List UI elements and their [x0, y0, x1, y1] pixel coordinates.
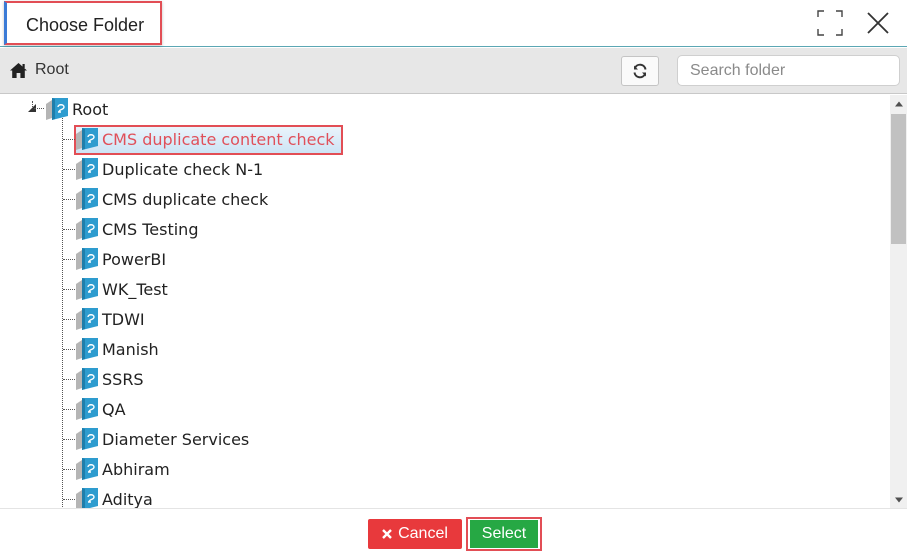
folder-icon [76, 428, 98, 450]
tree-node-label: Abhiram [102, 459, 170, 479]
tree-node-label: Diameter Services [102, 429, 250, 449]
tree-node-label: Duplicate check N-1 [102, 159, 264, 179]
folder-icon [76, 368, 98, 390]
folder-tree: Root CMS duplicate content check Duplicat… [0, 95, 907, 508]
dialog-title: Choose Folder [26, 15, 145, 35]
scroll-down-icon [894, 497, 903, 502]
folder-icon [76, 458, 98, 480]
tree-node-label: WK_Test [102, 279, 168, 299]
folder-icon [76, 158, 98, 180]
vertical-scrollbar[interactable] [890, 95, 907, 508]
folder-icon [76, 128, 98, 150]
tree-node-label: Root [72, 99, 109, 119]
folder-icon [76, 218, 98, 240]
cancel-button[interactable]: Cancel [368, 519, 462, 549]
tree-node-label: TDWI [102, 309, 145, 329]
scroll-up-icon [894, 101, 903, 106]
select-button[interactable]: Select [470, 520, 538, 548]
tree-node-label: QA [102, 399, 126, 419]
folder-icon [76, 308, 98, 330]
dialog-header: Choose Folder [0, 0, 907, 47]
folder-icon [76, 278, 98, 300]
scroll-down-button[interactable] [890, 491, 907, 508]
tree-node-folder[interactable]: QA [74, 396, 126, 422]
tree-node-root[interactable]: Root [44, 96, 108, 122]
tree-node-folder[interactable]: SSRS [74, 366, 144, 392]
folder-icon [76, 488, 98, 508]
folder-icon [76, 188, 98, 210]
tree-node-label: CMS duplicate check [102, 189, 269, 209]
tree-node-folder[interactable]: WK_Test [74, 276, 168, 302]
tree-node-label: CMS duplicate content check [102, 129, 335, 149]
tree-node-label: PowerBI [102, 249, 167, 269]
dialog-footer: Cancel Select [0, 508, 907, 558]
folder-icon [46, 98, 68, 120]
tree-node-folder[interactable]: CMS Testing [74, 216, 198, 242]
scroll-up-button[interactable] [890, 95, 907, 112]
tree-node-folder[interactable]: CMS duplicate check [74, 186, 268, 212]
maximize-icon [817, 10, 843, 36]
close-icon [867, 12, 889, 34]
refresh-button[interactable] [621, 56, 659, 86]
refresh-icon [633, 63, 647, 79]
tree-connector [34, 108, 44, 109]
times-icon [382, 529, 392, 539]
tree-node-folder[interactable]: TDWI [74, 306, 145, 332]
dialog-title-box: Choose Folder [4, 1, 162, 45]
tree-node-label: CMS Testing [102, 219, 199, 239]
breadcrumb-root[interactable]: Root [9, 60, 69, 80]
tree-node-folder[interactable]: Duplicate check N-1 [74, 156, 263, 182]
toolbar: Root [0, 48, 907, 94]
search-folder-input[interactable] [677, 55, 900, 86]
tree-node-folder[interactable]: CMS duplicate content check [74, 126, 335, 152]
tree-node-folder[interactable]: Manish [74, 336, 159, 362]
tree-connector [62, 113, 63, 508]
tree-node-folder[interactable]: Diameter Services [74, 426, 249, 452]
tree-node-label: Aditya [102, 489, 153, 509]
cancel-label: Cancel [398, 525, 448, 542]
breadcrumb-label: Root [35, 61, 69, 78]
folder-icon [76, 398, 98, 420]
maximize-button[interactable] [817, 10, 843, 36]
folder-icon [76, 338, 98, 360]
close-button[interactable] [865, 10, 891, 36]
tree-node-folder[interactable]: Aditya [74, 486, 153, 508]
tree-node-folder[interactable]: PowerBI [74, 246, 166, 272]
tree-node-folder[interactable]: Abhiram [74, 456, 170, 482]
folder-icon [76, 248, 98, 270]
tree-node-label: Manish [102, 339, 159, 359]
scroll-thumb[interactable] [891, 114, 906, 244]
tree-node-label: SSRS [102, 369, 144, 389]
home-icon [10, 62, 27, 78]
